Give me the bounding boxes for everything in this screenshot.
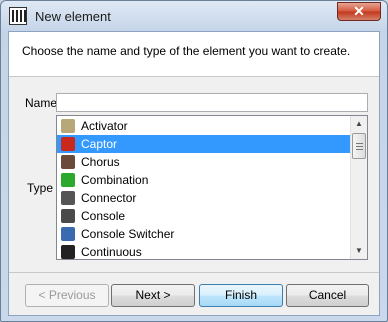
previous-button[interactable]: < Previous — [25, 284, 109, 307]
list-item[interactable]: Continuous — [57, 243, 351, 259]
type-listbox[interactable]: Activator Captor Chorus Combination Connecto… — [56, 115, 368, 260]
type-label: Type — [27, 181, 54, 195]
chorus-icon — [60, 154, 76, 170]
console-switcher-icon — [60, 226, 76, 242]
scrollbar-thumb[interactable] — [352, 133, 366, 159]
console-icon — [60, 208, 76, 224]
window-title: New element — [35, 9, 111, 24]
list-item[interactable]: Captor — [57, 135, 351, 153]
title-bar[interactable]: New element ✕ — [1, 1, 387, 31]
listbox-scrollbar[interactable]: ▲ ▼ — [350, 116, 367, 259]
next-button[interactable]: Next > — [111, 284, 195, 307]
list-item-label: Chorus — [81, 155, 120, 169]
scroll-up-arrow-icon[interactable]: ▲ — [351, 116, 367, 132]
footer-separator — [9, 272, 379, 273]
close-button[interactable]: ✕ — [337, 2, 381, 21]
app-icon — [9, 7, 27, 25]
finish-button[interactable]: Finish — [199, 284, 283, 307]
list-item[interactable]: Combination — [57, 171, 351, 189]
name-input[interactable] — [56, 93, 368, 112]
instruction-text: Choose the name and type of the element … — [22, 44, 351, 58]
dialog-body: Choose the name and type of the element … — [8, 31, 380, 316]
combination-icon — [60, 172, 76, 188]
list-item-label: Console Switcher — [81, 227, 175, 241]
continuous-icon — [60, 244, 76, 259]
list-item-label: Continuous — [81, 245, 142, 259]
header-band: Choose the name and type of the element … — [9, 32, 379, 77]
list-item[interactable]: Connector — [57, 189, 351, 207]
new-element-dialog: New element ✕ Choose the name and type o… — [0, 0, 388, 322]
list-item-label: Connector — [81, 191, 137, 205]
list-item[interactable]: Console — [57, 207, 351, 225]
list-item-label: Activator — [81, 119, 128, 133]
list-item-label: Combination — [81, 173, 149, 187]
captor-icon — [60, 136, 76, 152]
scroll-down-arrow-icon[interactable]: ▼ — [351, 243, 367, 259]
list-item[interactable]: Activator — [57, 117, 351, 135]
list-item-label: Captor — [81, 137, 118, 151]
connector-icon — [60, 190, 76, 206]
gear-icon — [60, 118, 76, 134]
list-item[interactable]: Chorus — [57, 153, 351, 171]
list-item-label: Console — [81, 209, 126, 223]
list-item[interactable]: Console Switcher — [57, 225, 351, 243]
cancel-button[interactable]: Cancel — [286, 284, 369, 307]
name-label: Name — [25, 96, 58, 110]
